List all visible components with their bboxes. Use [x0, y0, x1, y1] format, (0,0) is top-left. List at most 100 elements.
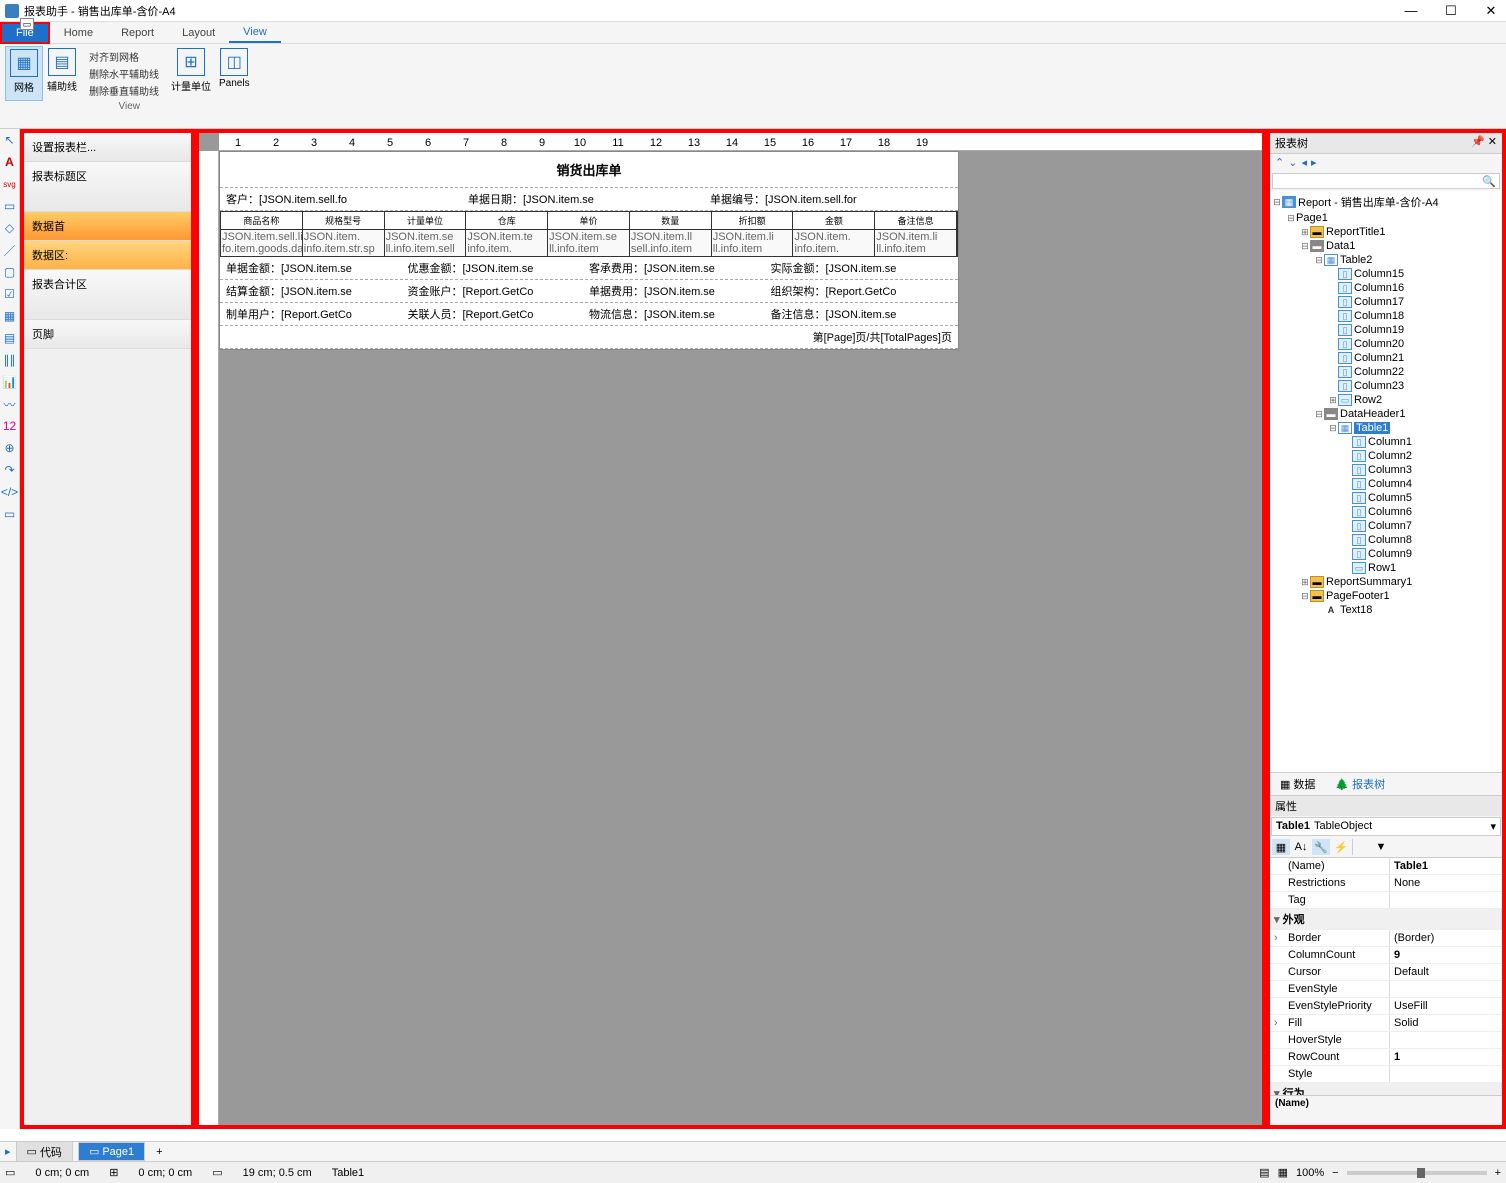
- tool-chart-icon[interactable]: 📊: [2, 374, 18, 390]
- tree-table2[interactable]: Table2: [1340, 254, 1372, 266]
- tool-pointer-icon[interactable]: ↖: [2, 132, 18, 148]
- tree-column21[interactable]: Column21: [1354, 352, 1404, 364]
- tool-globe-icon[interactable]: ⊕: [2, 440, 18, 456]
- tree-root[interactable]: Report - 销售出库单-含价-A4: [1298, 194, 1439, 210]
- tree-column20[interactable]: Column20: [1354, 338, 1404, 350]
- minimize-button[interactable]: —: [1401, 3, 1421, 19]
- zoom-out-button[interactable]: −: [1332, 1167, 1338, 1179]
- doc-table-datarow[interactable]: JSON.item.sell.lifo.item.goods.data JSON…: [220, 230, 958, 257]
- doc-row-amount[interactable]: 单据金额：[JSON.item.se 优惠金额：[JSON.item.se 客承…: [220, 257, 958, 280]
- ribbon-grid-button[interactable]: ▦ 网格: [5, 46, 43, 101]
- dropdown-icon[interactable]: ▾: [1490, 820, 1496, 833]
- tree-column3[interactable]: Column3: [1368, 464, 1412, 476]
- lp-data-area[interactable]: 数据区:: [24, 241, 191, 270]
- prop-row[interactable]: ›FillSolid: [1270, 1015, 1502, 1032]
- report-tree[interactable]: ⊟▦Report - 销售出库单-含价-A4 ⊟▭Page1 ⊞▬ReportT…: [1270, 191, 1502, 772]
- tree-search-input[interactable]: 🔍: [1272, 173, 1500, 189]
- menu-view[interactable]: View: [229, 23, 281, 43]
- bottom-left-icon[interactable]: ▸: [5, 1145, 11, 1158]
- tree-column1[interactable]: Column1: [1368, 436, 1412, 448]
- ribbon-del-hguide[interactable]: 删除水平辅助线: [87, 65, 161, 82]
- tree-column5[interactable]: Column5: [1368, 492, 1412, 504]
- prop-row[interactable]: RowCount1: [1270, 1049, 1502, 1066]
- doc-pager[interactable]: 第[Page]页/共[TotalPages]页: [220, 326, 958, 349]
- tool-code-icon[interactable]: </>: [2, 484, 18, 500]
- status-view2-icon[interactable]: ▦: [1278, 1166, 1288, 1179]
- tree-dataheader1[interactable]: DataHeader1: [1340, 408, 1405, 420]
- tree-table1[interactable]: Table1: [1354, 422, 1390, 434]
- tool-number-icon[interactable]: 12: [2, 418, 18, 434]
- tool-arrow-icon[interactable]: ↷: [2, 462, 18, 478]
- tree-reporttitle1[interactable]: ReportTitle1: [1326, 226, 1386, 238]
- lp-sum-area[interactable]: 报表合计区: [24, 270, 191, 320]
- prop-row[interactable]: 行为: [1270, 1083, 1502, 1095]
- nav-right-icon[interactable]: ▸: [1311, 156, 1317, 169]
- tool-matrix-icon[interactable]: ▤: [2, 330, 18, 346]
- tree-column17[interactable]: Column17: [1354, 296, 1404, 308]
- tab-data[interactable]: ▦数据: [1270, 773, 1325, 795]
- ribbon-align-grid[interactable]: 对齐到网格: [87, 48, 161, 65]
- tree-column15[interactable]: Column15: [1354, 268, 1404, 280]
- tool-box-icon[interactable]: ▭: [2, 506, 18, 522]
- tree-column22[interactable]: Column22: [1354, 366, 1404, 378]
- props-az-icon[interactable]: A↓: [1292, 839, 1310, 855]
- props-filter-icon[interactable]: ▼: [1372, 839, 1390, 855]
- prop-row[interactable]: (Name)Table1: [1270, 858, 1502, 875]
- tab-page1[interactable]: ▭Page1: [78, 1142, 145, 1161]
- menu-home[interactable]: Home: [50, 24, 107, 42]
- lp-set-columns[interactable]: 设置报表栏...: [24, 133, 191, 162]
- tool-zigzag-icon[interactable]: 〰: [2, 396, 18, 412]
- props-events-icon[interactable]: ⚡: [1332, 839, 1350, 855]
- props-wrench-icon[interactable]: 🔧: [1312, 839, 1330, 855]
- tab-tree[interactable]: 🌲报表树: [1325, 773, 1395, 795]
- tool-label-icon[interactable]: ▢: [2, 264, 18, 280]
- prop-row[interactable]: 外观: [1270, 909, 1502, 930]
- tool-check-icon[interactable]: ☑: [2, 286, 18, 302]
- ribbon-guides-button[interactable]: ▤ 辅助线: [43, 46, 81, 101]
- tree-row2[interactable]: Row2: [1354, 394, 1382, 406]
- props-object-selector[interactable]: Table1TableObject ▾: [1271, 817, 1501, 836]
- prop-row[interactable]: ›Border(Border): [1270, 930, 1502, 947]
- ribbon-panels-button[interactable]: ◫ Panels: [215, 46, 254, 101]
- prop-row[interactable]: ColumnCount9: [1270, 947, 1502, 964]
- doc-table-header[interactable]: 商品名称 规格型号 计量单位 仓库 单价 数量 折扣额 金额 备注信息: [220, 211, 958, 230]
- prop-row[interactable]: EvenStylePriorityUseFill: [1270, 998, 1502, 1015]
- tree-column2[interactable]: Column2: [1368, 450, 1412, 462]
- tree-close-icon[interactable]: ✕: [1488, 136, 1497, 148]
- tree-column19[interactable]: Column19: [1354, 324, 1404, 336]
- menu-report[interactable]: Report: [107, 24, 168, 42]
- close-button[interactable]: ✕: [1481, 3, 1501, 19]
- tool-barcode-icon[interactable]: ∥∥: [2, 352, 18, 368]
- prop-row[interactable]: RestrictionsNone: [1270, 875, 1502, 892]
- doc-row-settle[interactable]: 结算金额：[JSON.item.se 资金账户：[Report.GetCo 单据…: [220, 280, 958, 303]
- lp-footer[interactable]: 页脚: [24, 320, 191, 349]
- ribbon-units-button[interactable]: ⊞ 计量单位: [167, 46, 215, 101]
- zoom-slider[interactable]: [1347, 1171, 1487, 1175]
- prop-row[interactable]: HoverStyle: [1270, 1032, 1502, 1049]
- zoom-in-button[interactable]: +: [1495, 1167, 1501, 1179]
- prop-row[interactable]: Tag: [1270, 892, 1502, 909]
- tree-column8[interactable]: Column8: [1368, 534, 1412, 546]
- tree-column16[interactable]: Column16: [1354, 282, 1404, 294]
- tree-column18[interactable]: Column18: [1354, 310, 1404, 322]
- tool-table-icon[interactable]: ▦: [2, 308, 18, 324]
- tree-text18[interactable]: Text18: [1340, 604, 1372, 616]
- tree-column4[interactable]: Column4: [1368, 478, 1412, 490]
- tree-row1[interactable]: Row1: [1368, 562, 1396, 574]
- lp-data-head[interactable]: 数据首: [24, 212, 191, 241]
- tree-column9[interactable]: Column9: [1368, 548, 1412, 560]
- report-page[interactable]: 销货出库单 客户：[JSON.item.sell.fo 单据日期：[JSON.i…: [219, 151, 959, 350]
- tab-add[interactable]: +: [150, 1146, 168, 1158]
- menu-layout[interactable]: Layout: [168, 24, 229, 42]
- tree-column23[interactable]: Column23: [1354, 380, 1404, 392]
- ribbon-del-vguide[interactable]: 删除垂直辅助线: [87, 82, 161, 99]
- tool-shape-icon[interactable]: ◇: [2, 220, 18, 236]
- doc-title[interactable]: 销货出库单: [220, 152, 958, 188]
- prop-row[interactable]: EvenStyle: [1270, 981, 1502, 998]
- tree-page1[interactable]: Page1: [1296, 212, 1328, 224]
- props-grid[interactable]: (Name)Table1RestrictionsNoneTag外观›Border…: [1270, 858, 1502, 1095]
- tree-pagefooter1[interactable]: PageFooter1: [1326, 590, 1390, 602]
- tree-column7[interactable]: Column7: [1368, 520, 1412, 532]
- props-cat-icon[interactable]: ▦: [1272, 839, 1290, 855]
- nav-up-icon[interactable]: ⌃: [1275, 156, 1284, 169]
